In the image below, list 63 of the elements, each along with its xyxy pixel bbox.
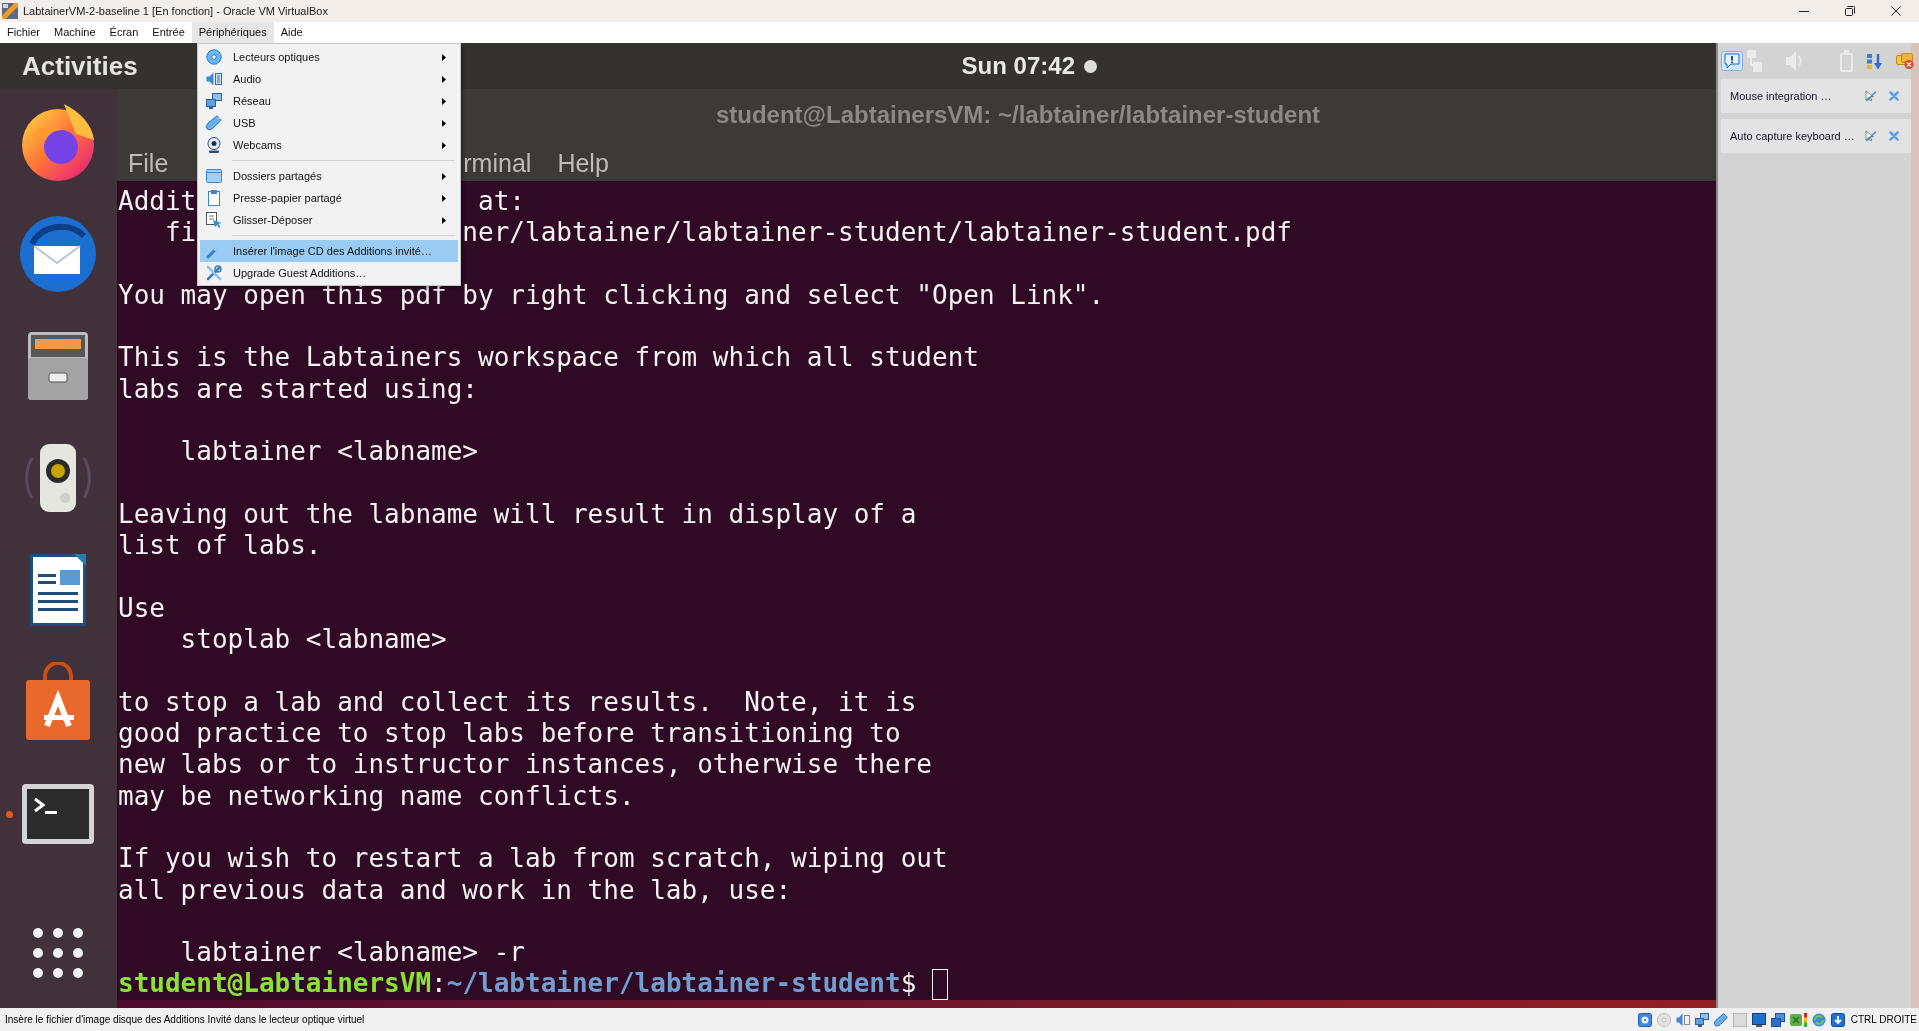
terminal-line: new labs or to instructor instances, otherwise there bbox=[118, 749, 932, 781]
restore-icon bbox=[1845, 6, 1855, 16]
screens-icon[interactable] bbox=[1770, 1012, 1785, 1027]
window-title: LabtainerVM-2-baseline 1 [En fonction] - Oracle VM VirtualBox bbox=[23, 3, 328, 19]
menu-item[interactable]: Insérer l'image CD des Additions invité… bbox=[200, 240, 458, 262]
terminal-text: Addit bbox=[118, 186, 197, 216]
terminal-line: all previous data and work in the lab, use: bbox=[118, 874, 792, 906]
apps-grid-icon[interactable] bbox=[33, 928, 83, 978]
terminal-text: fi bbox=[164, 217, 197, 248]
terminal-line: may be networking name conflicts. bbox=[118, 780, 635, 812]
terminal-text: at: bbox=[478, 186, 525, 216]
terminal-line: labtainer <labname> bbox=[180, 436, 479, 468]
terminal-title: student@LabtainersVM: ~/labtainer/labtainer-student bbox=[715, 100, 1321, 130]
drag-drop-icon bbox=[206, 212, 222, 228]
usb-plug-icon[interactable] bbox=[1713, 1012, 1728, 1027]
cpu-meter-icon[interactable] bbox=[1789, 1012, 1807, 1027]
clock[interactable]: Sun 07:42 bbox=[961, 48, 1075, 84]
status-message: Insère le fichier d'image disque des Additions Invité dans le lecteur optique virtuel bbox=[5, 1013, 365, 1027]
clipboard-icon bbox=[206, 190, 222, 206]
notification-icon[interactable] bbox=[1721, 51, 1743, 71]
terminal-line: labtainer <labname> -r bbox=[180, 937, 525, 969]
menu-bar-item[interactable]: Périphériques bbox=[191, 22, 274, 43]
webcam-icon bbox=[206, 137, 222, 153]
minimize-icon bbox=[1799, 10, 1809, 12]
mouse-pointer-icon[interactable] bbox=[1865, 90, 1877, 102]
mouse-pointer-icon[interactable] bbox=[1865, 130, 1877, 142]
activities-button[interactable]: Activities bbox=[22, 46, 138, 86]
close-icon bbox=[1891, 6, 1901, 16]
disc-icon bbox=[206, 49, 222, 65]
speaker-icon bbox=[206, 71, 222, 87]
terminal-line: labs are started using: bbox=[118, 373, 479, 406]
terminal-line: list of labs. bbox=[118, 530, 322, 562]
terminal-line: to stop a lab and collect its results. Note, it is bbox=[118, 686, 917, 719]
volume-icon bbox=[1786, 51, 1804, 71]
terminal-line: This is the Labtainers workspace from which all student bbox=[118, 342, 979, 374]
terminal-line: good practice to stop labs before transitioning to bbox=[118, 718, 901, 750]
notification-dot-icon bbox=[1084, 59, 1097, 73]
terminal-text: ner/labtainer/labtainer-student/labtainer-student.pdf bbox=[462, 217, 1292, 248]
terminal-line: stoplab <labname> bbox=[180, 624, 447, 656]
network-icon bbox=[1747, 50, 1762, 72]
terminal-menu-item[interactable]: Help bbox=[557, 145, 609, 183]
text-cursor-icon bbox=[932, 968, 948, 1000]
mail-icon[interactable] bbox=[18, 214, 98, 294]
notification-text: Auto capture keyboard … bbox=[1730, 128, 1855, 144]
terminal-menu-item[interactable]: rminal bbox=[463, 145, 532, 183]
terminal-line: If you wish to restart a lab from scratch, wiping out bbox=[118, 843, 948, 875]
host-key-label: CTRL DROITE bbox=[1850, 1013, 1917, 1027]
shell-prompt: student@LabtainersVM:~/labtainer/labtainer-student$ bbox=[118, 968, 917, 1000]
notification-text: Mouse integration … bbox=[1730, 88, 1832, 104]
close-all-icon[interactable] bbox=[1896, 53, 1914, 69]
monitor-icon[interactable] bbox=[1751, 1012, 1766, 1027]
sort-icon[interactable] bbox=[1867, 52, 1883, 70]
folder-icon bbox=[206, 168, 222, 184]
terminal-menu-item[interactable]: File bbox=[128, 145, 169, 183]
monitors-icon bbox=[206, 93, 222, 109]
app-icon bbox=[2, 3, 18, 19]
usb-plug-icon bbox=[206, 115, 222, 131]
down-arrow-icon[interactable] bbox=[1830, 1012, 1845, 1027]
terminal-line: Use bbox=[118, 592, 165, 625]
terminal-line: Leaving out the labname will result in display of a bbox=[118, 498, 917, 531]
tools-icon bbox=[206, 265, 222, 281]
monitors-icon[interactable] bbox=[1694, 1012, 1709, 1027]
battery-icon bbox=[1840, 50, 1853, 72]
